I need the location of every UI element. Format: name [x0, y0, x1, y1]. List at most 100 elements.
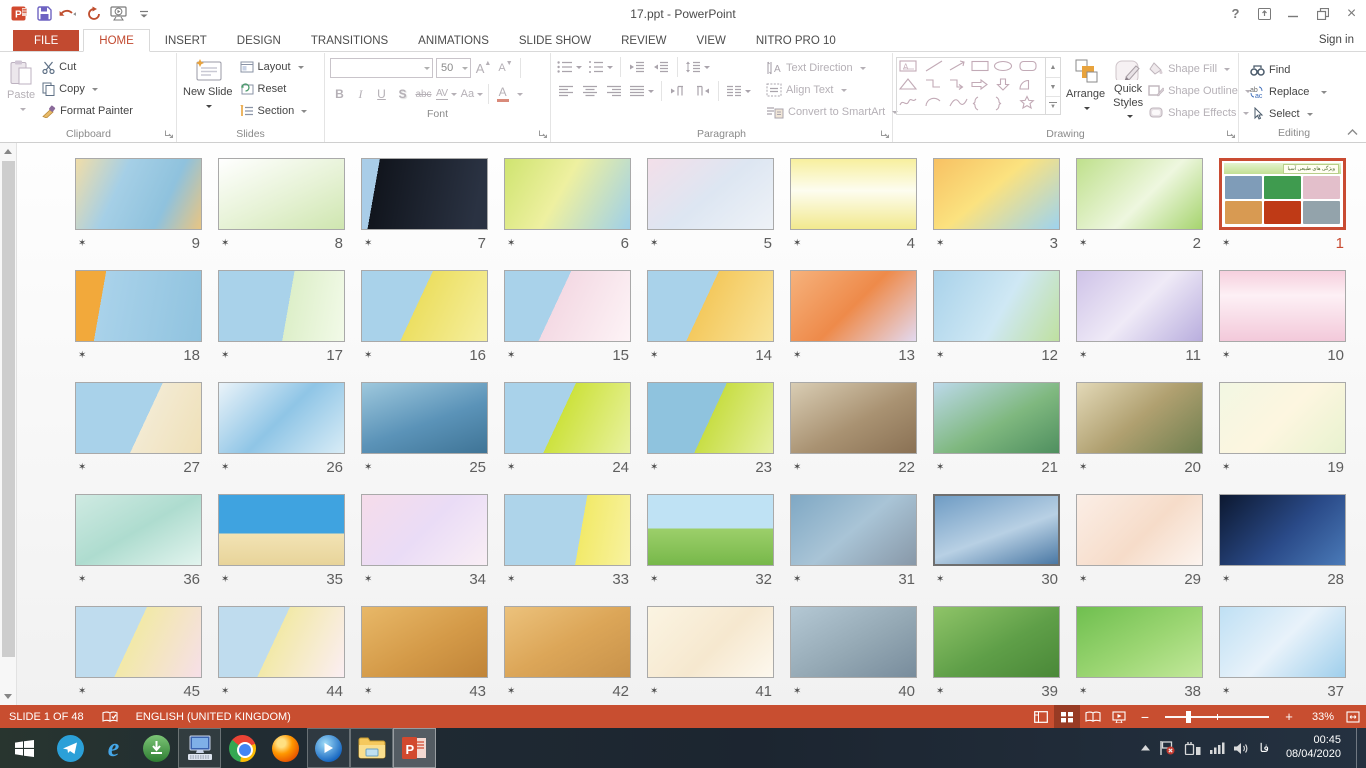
- slide-36-thumbnail[interactable]: [75, 494, 202, 566]
- slide-23-thumbnail[interactable]: [647, 382, 774, 454]
- shape-effects-button[interactable]: Shape Effects: [1148, 102, 1251, 123]
- slide-31-thumbnail[interactable]: [790, 494, 917, 566]
- tab-slide-show[interactable]: SLIDE SHOW: [504, 30, 606, 51]
- action-center-flag-icon[interactable]: [1159, 741, 1175, 755]
- slide-39-thumbnail[interactable]: [933, 606, 1060, 678]
- select-button[interactable]: Select: [1250, 103, 1346, 124]
- font-size-combobox[interactable]: 50: [436, 58, 471, 78]
- tab-insert[interactable]: INSERT: [150, 30, 222, 51]
- slide-45-thumbnail[interactable]: [75, 606, 202, 678]
- reset-button[interactable]: Reset: [238, 78, 310, 100]
- align-text-button[interactable]: Align Text: [766, 79, 898, 100]
- numbering-button[interactable]: [587, 57, 614, 78]
- cut-button[interactable]: Cut: [40, 56, 135, 78]
- shapes-scroll-down-icon[interactable]: ▼: [1046, 77, 1060, 96]
- normal-view-icon[interactable]: [1028, 705, 1054, 728]
- taskbar-telegram-icon[interactable]: [49, 728, 92, 768]
- zoom-slider[interactable]: [1165, 716, 1269, 718]
- layout-button[interactable]: Layout: [238, 56, 310, 78]
- battery-icon[interactable]: [1184, 742, 1201, 755]
- slide-38-thumbnail[interactable]: [1076, 606, 1203, 678]
- text-shadow-button[interactable]: S: [393, 84, 412, 105]
- slide-6-thumbnail[interactable]: [504, 158, 631, 230]
- slide-26-thumbnail[interactable]: [218, 382, 345, 454]
- underline-button[interactable]: U: [372, 84, 391, 105]
- slide-sorter-view-icon[interactable]: [1054, 705, 1080, 728]
- columns-button[interactable]: [725, 81, 752, 102]
- slide-14-thumbnail[interactable]: [647, 270, 774, 342]
- paste-button[interactable]: Paste: [4, 55, 38, 123]
- minimize-icon[interactable]: [1279, 2, 1308, 25]
- section-button[interactable]: Section: [238, 100, 310, 122]
- shapes-gallery-scrollbar[interactable]: ▲ ▼ ▼: [1045, 58, 1060, 114]
- paragraph-dialog-launcher[interactable]: [880, 129, 890, 139]
- language-indicator[interactable]: ENGLISH (UNITED KINGDOM): [127, 705, 300, 728]
- grow-font-button[interactable]: A▲: [474, 58, 493, 79]
- line-spacing-button[interactable]: [684, 57, 711, 78]
- shape-outline-button[interactable]: Shape Outline: [1148, 80, 1251, 101]
- font-color-button[interactable]: A: [493, 84, 512, 105]
- text-direction-button[interactable]: Text Direction: [766, 57, 898, 78]
- tab-view[interactable]: VIEW: [681, 30, 740, 51]
- slide-43-thumbnail[interactable]: [361, 606, 488, 678]
- quick-styles-button[interactable]: Quick Styles: [1110, 55, 1146, 123]
- justify-button[interactable]: [628, 81, 655, 102]
- slide-1-thumbnail[interactable]: ویژگی های طبیعی آسیا: [1219, 158, 1346, 230]
- slide-27-thumbnail[interactable]: [75, 382, 202, 454]
- shapes-more-icon[interactable]: ▼: [1046, 96, 1060, 114]
- slide-35-thumbnail[interactable]: [218, 494, 345, 566]
- strikethrough-button[interactable]: abc: [414, 84, 433, 105]
- shapes-gallery[interactable]: A: [896, 57, 1061, 115]
- undo-icon[interactable]: [57, 3, 81, 25]
- decrease-indent-button[interactable]: [627, 57, 647, 78]
- find-button[interactable]: Find: [1250, 59, 1346, 80]
- slide-9-thumbnail[interactable]: [75, 158, 202, 230]
- font-name-combobox[interactable]: [330, 58, 433, 78]
- slide-indicator[interactable]: SLIDE 1 OF 48: [0, 705, 93, 728]
- align-left-button[interactable]: [556, 81, 576, 102]
- taskbar-idm-icon[interactable]: [135, 728, 178, 768]
- tab-design[interactable]: DESIGN: [222, 30, 296, 51]
- taskbar-remote-desktop-icon[interactable]: [178, 728, 221, 768]
- slide-16-thumbnail[interactable]: [361, 270, 488, 342]
- reading-view-icon[interactable]: [1080, 705, 1106, 728]
- vertical-scrollbar[interactable]: [0, 143, 17, 705]
- slide-2-thumbnail[interactable]: [1076, 158, 1203, 230]
- shapes-scroll-up-icon[interactable]: ▲: [1046, 58, 1060, 77]
- sign-in-link[interactable]: Sign in: [1319, 34, 1354, 46]
- slide-29-thumbnail[interactable]: [1076, 494, 1203, 566]
- slide-32-thumbnail[interactable]: [647, 494, 774, 566]
- tab-animations[interactable]: ANIMATIONS: [403, 30, 504, 51]
- left-to-right-button[interactable]: [668, 81, 688, 102]
- replace-button[interactable]: abac Replace: [1250, 81, 1346, 102]
- slide-19-thumbnail[interactable]: [1219, 382, 1346, 454]
- character-spacing-button[interactable]: AV: [435, 84, 458, 105]
- start-button[interactable]: [0, 728, 49, 768]
- customize-qat-icon[interactable]: [132, 3, 156, 25]
- clear-formatting-button[interactable]: [526, 58, 545, 79]
- tray-clock[interactable]: 00:45 08/04/2020: [1280, 734, 1347, 762]
- hidden-icons-icon[interactable]: [1141, 745, 1150, 751]
- taskbar-media-player-icon[interactable]: [307, 728, 350, 768]
- taskbar-chrome-icon[interactable]: [221, 728, 264, 768]
- zoom-percentage[interactable]: 33%: [1302, 711, 1340, 723]
- shape-fill-button[interactable]: Shape Fill: [1148, 58, 1251, 79]
- scroll-down-icon[interactable]: [0, 688, 16, 705]
- slide-8-thumbnail[interactable]: [218, 158, 345, 230]
- increase-indent-button[interactable]: [651, 57, 671, 78]
- slide-21-thumbnail[interactable]: [933, 382, 1060, 454]
- help-icon[interactable]: ?: [1221, 2, 1250, 25]
- slide-25-thumbnail[interactable]: [361, 382, 488, 454]
- collapse-ribbon-button[interactable]: [1347, 129, 1358, 136]
- slide-28-thumbnail[interactable]: [1219, 494, 1346, 566]
- arrange-button[interactable]: Arrange: [1063, 55, 1108, 123]
- scrollbar-thumb[interactable]: [2, 161, 15, 657]
- clipboard-dialog-launcher[interactable]: [164, 129, 174, 139]
- slide-37-thumbnail[interactable]: [1219, 606, 1346, 678]
- slide-show-icon[interactable]: [1106, 705, 1132, 728]
- zoom-in-button[interactable]: +: [1276, 705, 1302, 728]
- copy-button[interactable]: Copy: [40, 78, 135, 100]
- font-dialog-launcher[interactable]: [538, 129, 548, 139]
- taskbar-internet-explorer-icon[interactable]: e: [92, 728, 135, 768]
- close-icon[interactable]: ×: [1337, 2, 1366, 25]
